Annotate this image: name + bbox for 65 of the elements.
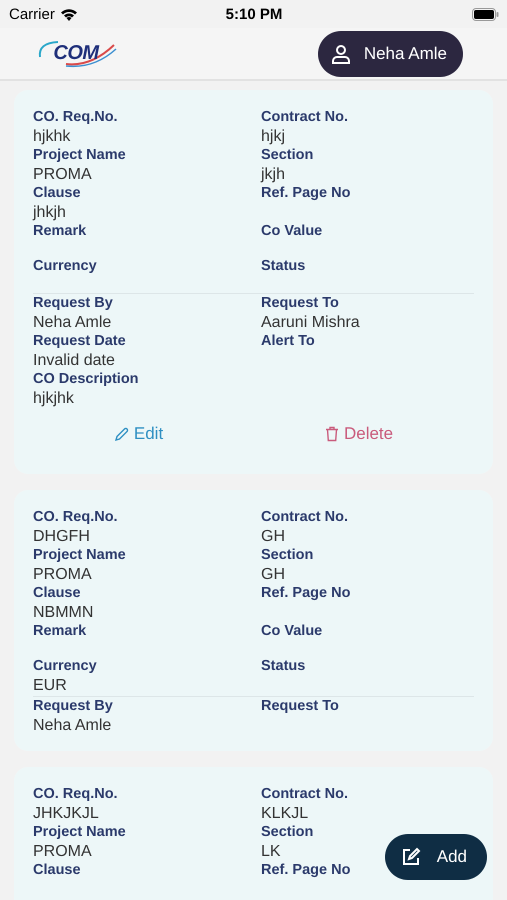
- field-value: EUR: [33, 677, 67, 694]
- field-value: Aaruni Mishra: [261, 314, 360, 331]
- field-label: Request To: [261, 294, 340, 313]
- field-label: Project Name: [33, 546, 127, 565]
- field-label: Section: [261, 823, 314, 842]
- field-label: Project Name: [33, 823, 127, 842]
- wifi-icon: [60, 8, 78, 20]
- field-label: Request By: [33, 294, 114, 313]
- field-label: Clause: [33, 584, 82, 603]
- field-value: LK: [261, 843, 281, 860]
- field-label: Currency: [33, 257, 98, 276]
- field-label: Currency: [33, 657, 98, 676]
- field-value: Neha Amle: [33, 717, 112, 734]
- edit-icon: [400, 847, 421, 867]
- field-label: Clause: [33, 184, 82, 203]
- field-value: DHGFH: [33, 528, 90, 545]
- field-label: CO. Req.No.: [33, 785, 119, 804]
- field-label: Ref. Page No: [261, 861, 352, 880]
- field-value: GH: [261, 528, 285, 545]
- field-value: NBMMN: [33, 604, 94, 621]
- field-value: PROMA: [33, 166, 92, 183]
- field-label: Ref. Page No: [261, 184, 352, 203]
- field-label: Status: [261, 257, 306, 276]
- field-label: Clause: [33, 861, 82, 880]
- field-label: Section: [261, 146, 314, 165]
- field-label: Remark: [33, 622, 88, 641]
- carrier-label: Carrier: [9, 6, 55, 22]
- user-button[interactable]: Neha Amle: [318, 30, 463, 76]
- field-value: PROMA: [33, 843, 92, 860]
- field-value: hjkjhk: [33, 390, 74, 407]
- clock-time: 5:10 PM: [226, 6, 282, 22]
- field-value: jkjh: [261, 166, 286, 183]
- battery-icon: [472, 8, 499, 20]
- delete-button[interactable]: Delete: [320, 422, 398, 446]
- field-label: Contract No.: [261, 785, 349, 804]
- field-label: Request To: [261, 697, 340, 716]
- field-label: Co Value: [261, 622, 324, 641]
- field-label: CO. Req.No.: [33, 508, 119, 527]
- user-icon: [330, 42, 352, 64]
- pencil-icon: [114, 426, 129, 442]
- field-label: Contract No.: [261, 508, 349, 527]
- field-value: JHKJKJL: [33, 805, 99, 822]
- field-label: CO Description: [33, 370, 140, 389]
- field-label: Section: [261, 546, 314, 565]
- field-label: Request Date: [33, 332, 127, 351]
- field-label: Ref. Page No: [261, 584, 352, 603]
- field-value: KLKJL: [261, 805, 308, 822]
- field-label: Remark: [33, 222, 88, 241]
- trash-icon: [324, 426, 339, 442]
- field-value: GH: [261, 566, 285, 583]
- field-value: jhkjh: [33, 204, 66, 221]
- field-label: Project Name: [33, 146, 127, 165]
- field-label: Status: [261, 657, 306, 676]
- app-logo: COM: [36, 38, 116, 68]
- field-value: Neha Amle: [33, 314, 112, 331]
- field-value: hjkj: [261, 128, 286, 145]
- field-label: Request By: [33, 697, 114, 716]
- field-label: Co Value: [261, 222, 324, 241]
- field-label: Alert To: [261, 332, 316, 351]
- field-value: PROMA: [33, 566, 92, 583]
- field-value: hjkhk: [33, 128, 70, 145]
- field-label: Contract No.: [261, 108, 349, 127]
- field-label: CO. Req.No.: [33, 108, 119, 127]
- field-value: Invalid date: [33, 352, 115, 369]
- add-button[interactable]: Add: [384, 834, 487, 880]
